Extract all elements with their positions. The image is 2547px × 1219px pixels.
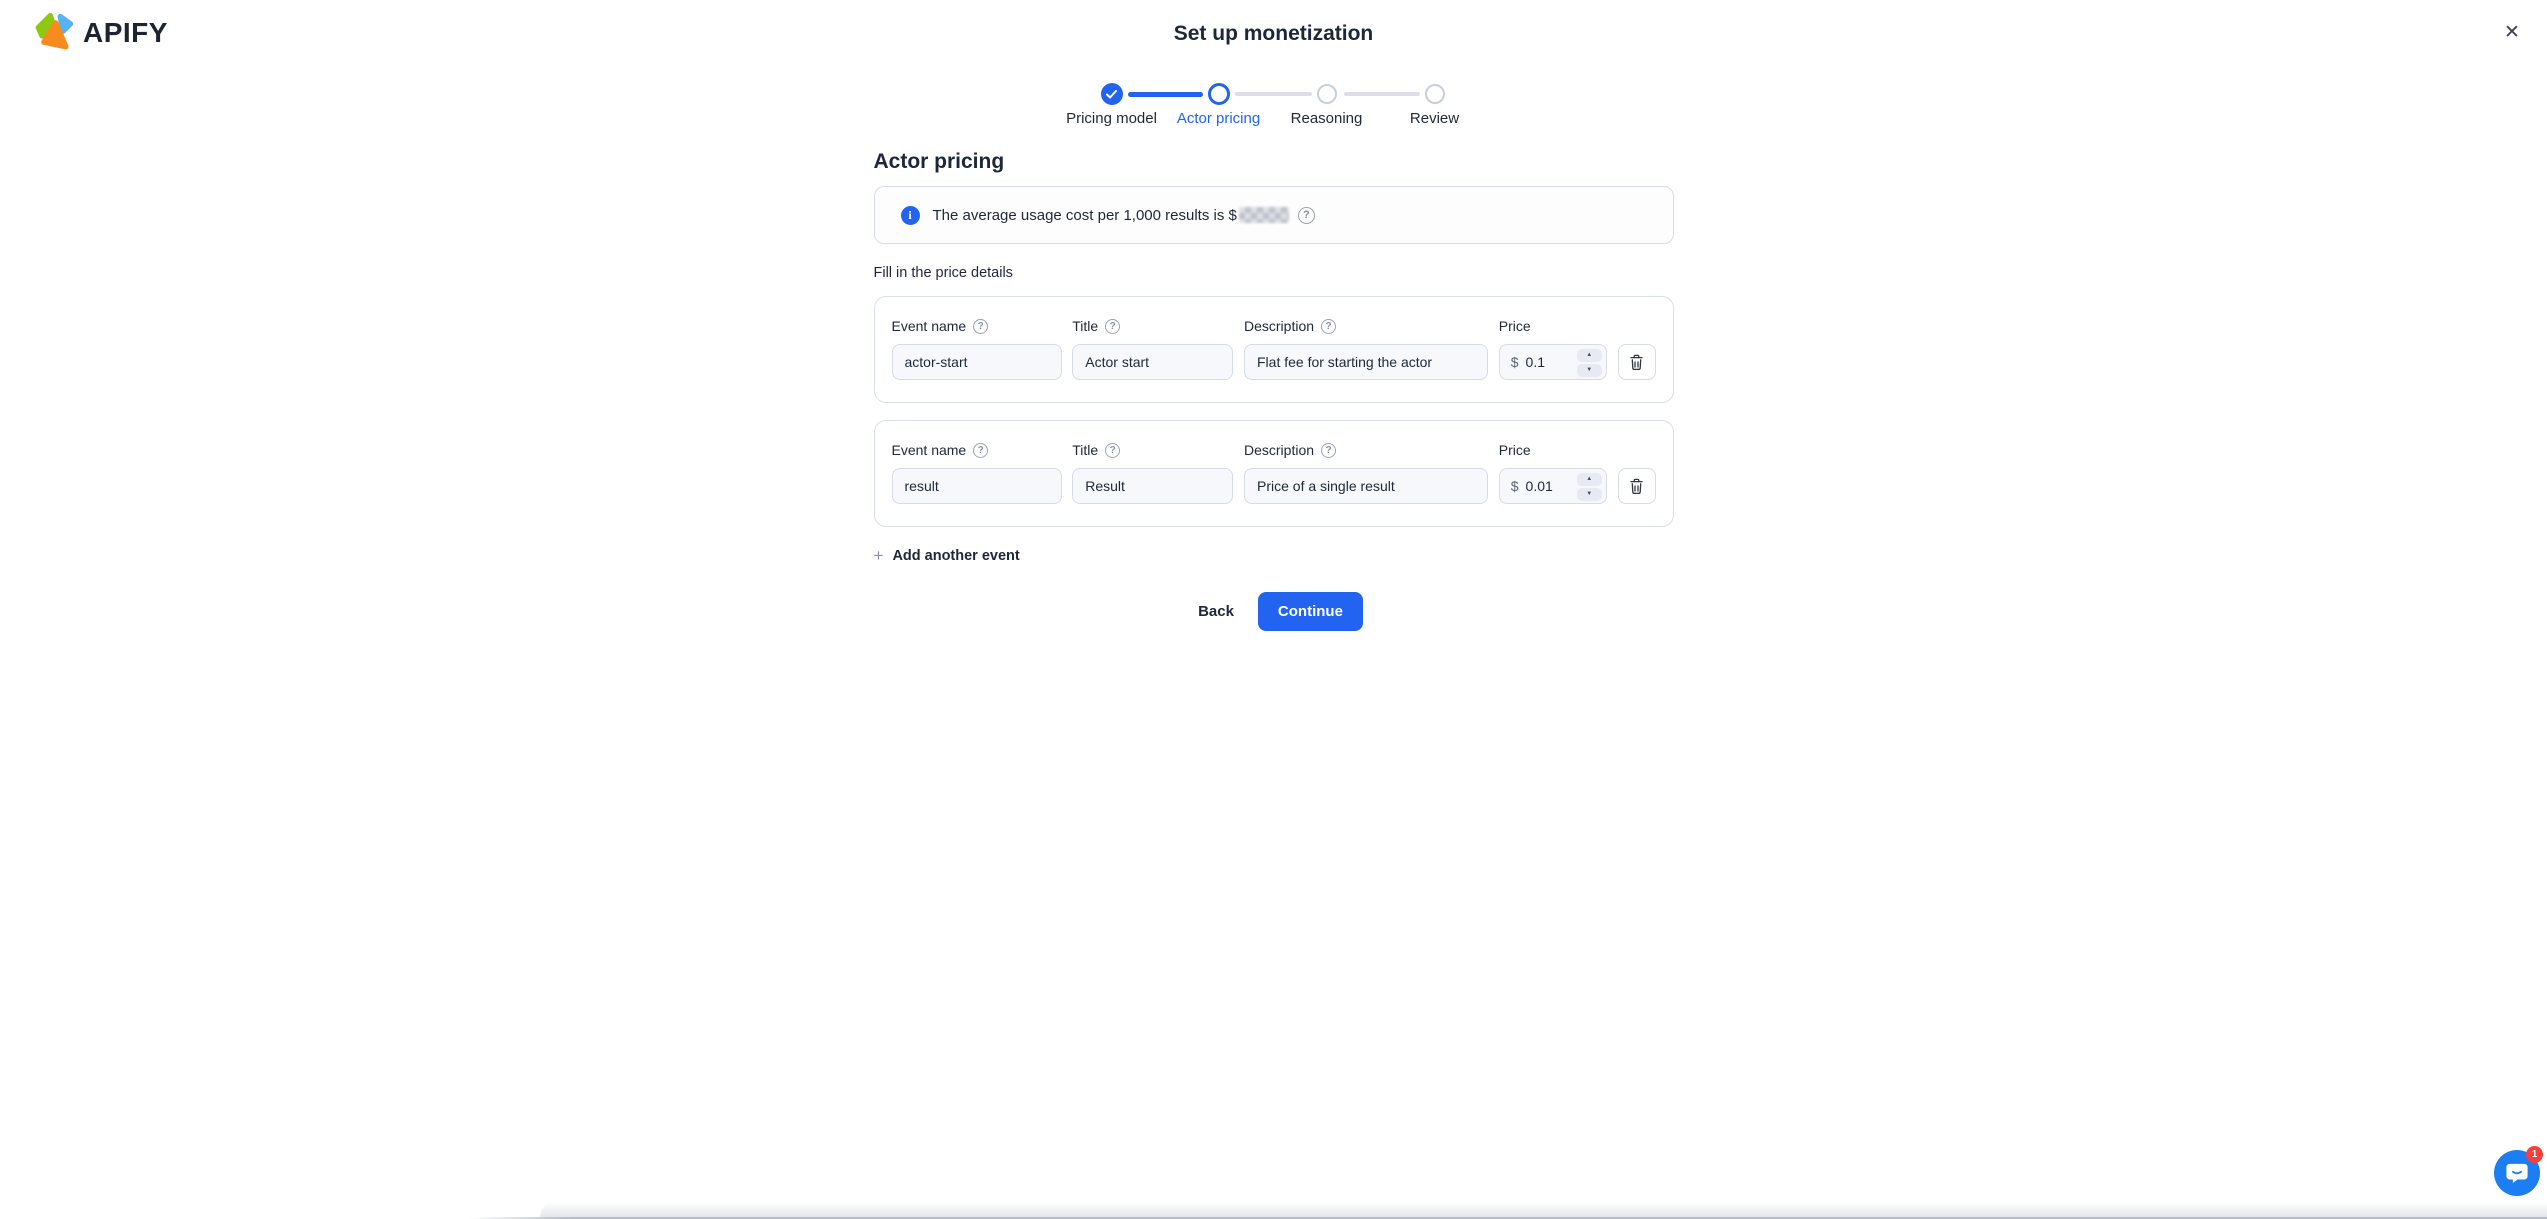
pricing-event-card: Event name ? Title ? Description ? Price [874, 296, 1674, 403]
dialog-actions: Back Continue [874, 592, 1674, 631]
info-icon: i [901, 206, 920, 225]
dialog-title: Set up monetization [0, 22, 2547, 46]
pricing-event-card: Event name ? Title ? Description ? Price [874, 420, 1674, 527]
add-another-event-button[interactable]: + Add another event [874, 547, 1020, 564]
help-icon[interactable]: ? [1298, 207, 1315, 224]
currency-symbol: $ [1511, 354, 1519, 370]
fill-price-details-label: Fill in the price details [874, 265, 1674, 281]
title-input[interactable] [1072, 468, 1233, 504]
description-label: Description [1244, 318, 1314, 334]
step-upcoming-circle[interactable] [1425, 84, 1445, 104]
dialog-header: APIFY Set up monetization ✕ [0, 0, 2547, 64]
chat-widget: 1 [2494, 1150, 2540, 1196]
stepper-connector-complete [1128, 92, 1203, 97]
price-value-input[interactable] [1526, 354, 1566, 370]
event-name-label: Event name [892, 442, 967, 458]
step-reasoning[interactable]: Reasoning [1291, 110, 1363, 127]
price-label: Price [1499, 442, 1531, 458]
help-icon[interactable]: ? [973, 443, 988, 458]
delete-event-button[interactable] [1618, 468, 1656, 504]
currency-symbol: $ [1511, 478, 1519, 494]
help-icon[interactable]: ? [1321, 319, 1336, 334]
price-stepper: ▲ ▼ [1577, 349, 1602, 377]
delete-event-button[interactable] [1618, 344, 1656, 380]
plus-icon: + [874, 547, 884, 564]
help-icon[interactable]: ? [1105, 319, 1120, 334]
description-input[interactable] [1244, 468, 1488, 504]
page-title: Actor pricing [874, 150, 1674, 174]
help-icon[interactable]: ? [1105, 443, 1120, 458]
progress-stepper: Pricing model Actor pricing Reasoning Re… [1101, 83, 1447, 129]
event-name-label: Event name [892, 318, 967, 334]
usage-cost-info-banner: i The average usage cost per 1,000 resul… [874, 186, 1674, 244]
step-complete-check-icon[interactable] [1101, 83, 1123, 105]
event-name-input[interactable] [892, 344, 1062, 380]
help-icon[interactable]: ? [973, 319, 988, 334]
title-label: Title [1072, 442, 1098, 458]
description-input[interactable] [1244, 344, 1488, 380]
price-input[interactable]: $ ▲ ▼ [1499, 468, 1607, 504]
step-actor-pricing[interactable]: Actor pricing [1177, 110, 1260, 127]
stepper-connector [1344, 92, 1420, 96]
title-input[interactable] [1072, 344, 1233, 380]
step-active-circle[interactable] [1208, 83, 1230, 105]
title-label: Title [1072, 318, 1098, 334]
help-icon[interactable]: ? [1321, 443, 1336, 458]
price-label: Price [1499, 318, 1531, 334]
price-decrement-button[interactable]: ▼ [1577, 488, 1602, 501]
add-another-event-label: Add another event [892, 548, 1019, 564]
price-increment-button[interactable]: ▲ [1577, 473, 1602, 486]
event-name-input[interactable] [892, 468, 1062, 504]
notification-badge: 1 [2526, 1146, 2543, 1163]
price-decrement-button[interactable]: ▼ [1577, 364, 1602, 377]
price-increment-button[interactable]: ▲ [1577, 349, 1602, 362]
price-value-input[interactable] [1526, 478, 1566, 494]
actor-pricing-section: Actor pricing i The average usage cost p… [874, 150, 1674, 631]
stepper-connector [1235, 92, 1312, 96]
continue-button[interactable]: Continue [1258, 592, 1363, 631]
step-review[interactable]: Review [1410, 110, 1459, 127]
trash-icon [1629, 354, 1644, 371]
price-input[interactable]: $ ▲ ▼ [1499, 344, 1607, 380]
window-bottom-shadow [540, 1202, 2547, 1217]
step-pricing-model[interactable]: Pricing model [1066, 110, 1157, 127]
close-icon[interactable]: ✕ [2499, 20, 2525, 46]
trash-icon [1629, 478, 1644, 495]
step-upcoming-circle[interactable] [1317, 84, 1337, 104]
back-button[interactable]: Back [1184, 595, 1248, 628]
price-stepper: ▲ ▼ [1577, 473, 1602, 501]
usage-cost-text: The average usage cost per 1,000 results… [933, 207, 1315, 224]
redacted-value [1239, 207, 1289, 223]
description-label: Description [1244, 442, 1314, 458]
